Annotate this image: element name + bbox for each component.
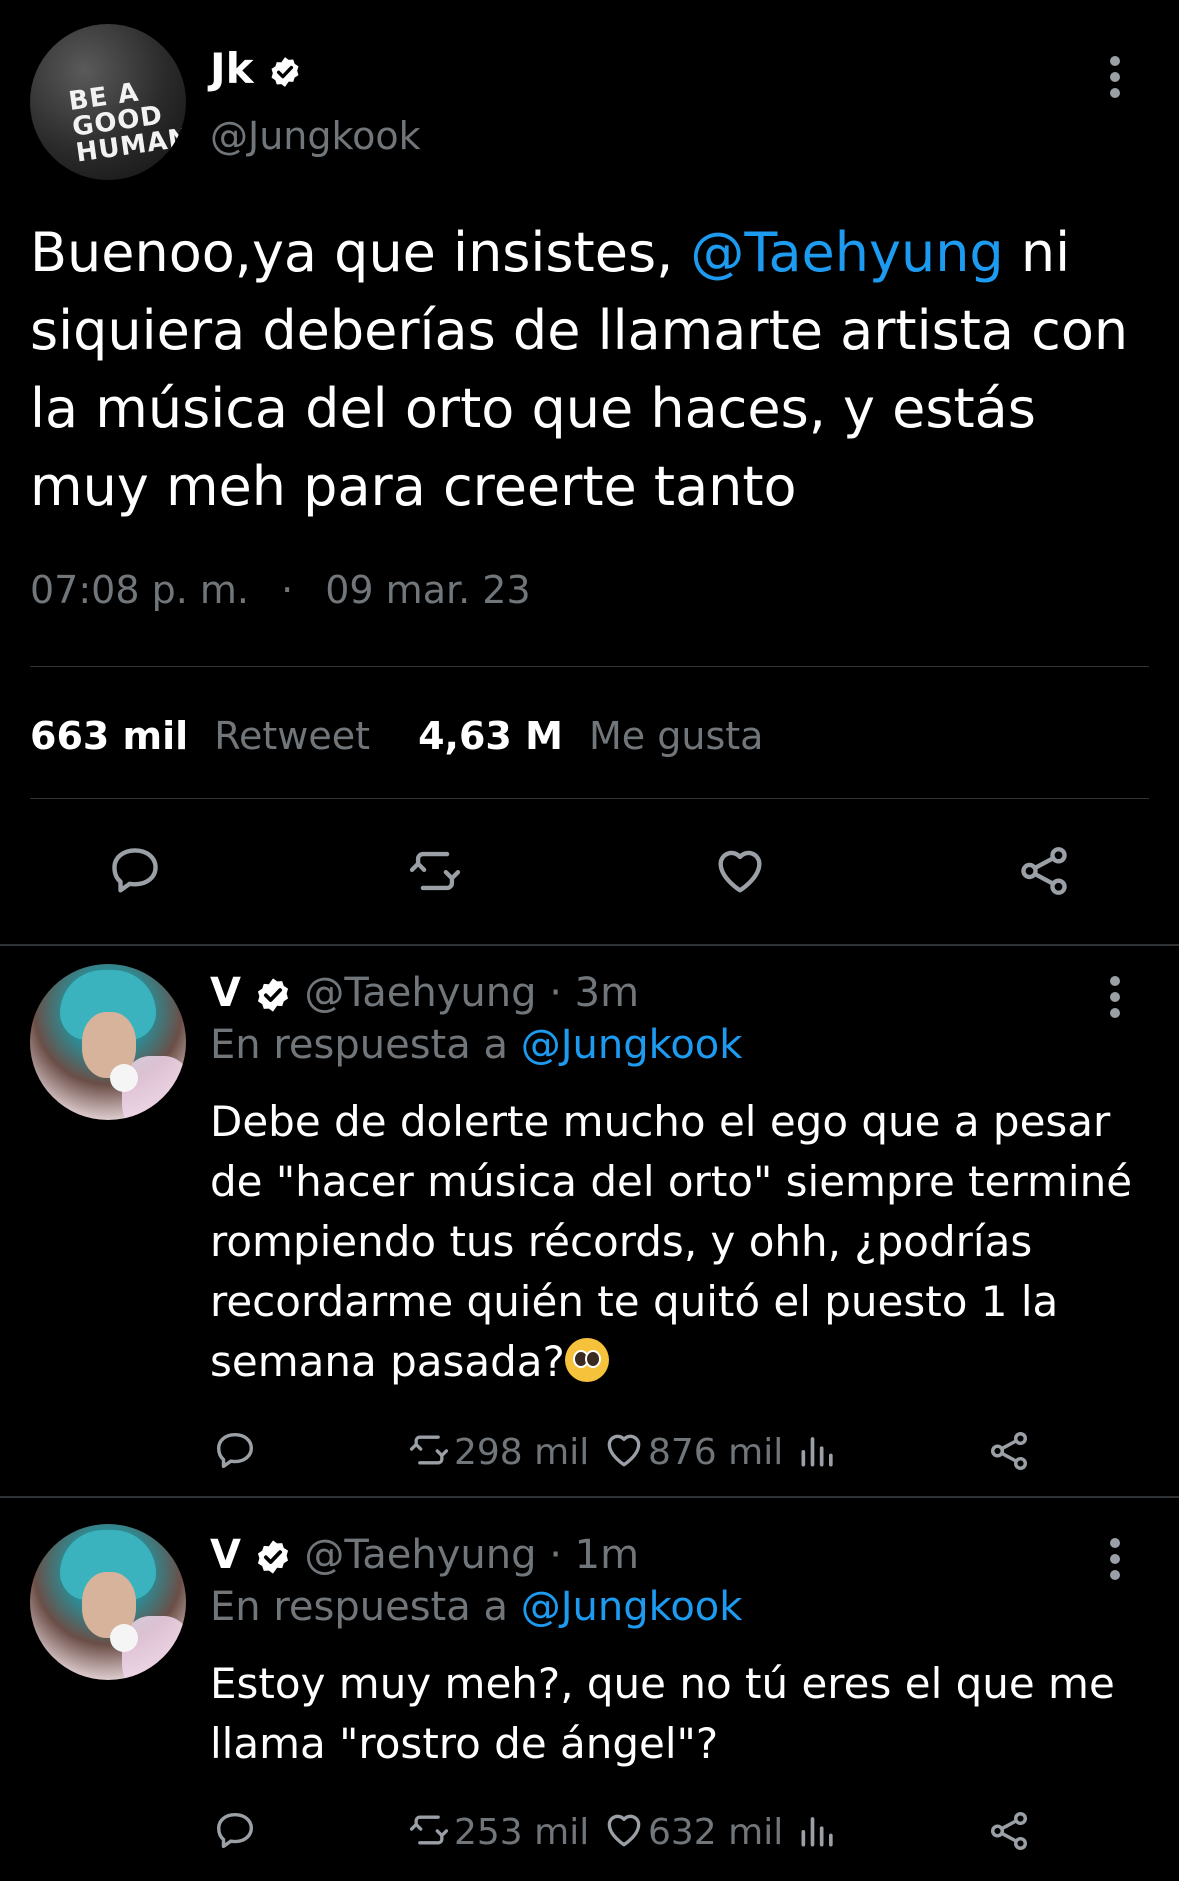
reply-avatar[interactable] bbox=[30, 964, 186, 1120]
timestamp-separator: · bbox=[281, 568, 294, 612]
tweet-time: 07:08 p. m. bbox=[30, 568, 249, 612]
analytics-icon[interactable] bbox=[796, 1808, 840, 1852]
verified-badge-icon bbox=[257, 1540, 288, 1574]
retweet-count: 663 mil bbox=[30, 714, 189, 758]
reply-time[interactable]: · 1m bbox=[549, 1532, 639, 1578]
reply-to-link[interactable]: @Jungkook bbox=[521, 1584, 743, 1630]
section-divider bbox=[0, 1496, 1179, 1498]
verified-badge-icon bbox=[271, 56, 299, 87]
tweet-stats: 663 mil Retweet 4,63 M Me gusta bbox=[30, 714, 763, 758]
more-options-icon[interactable] bbox=[1110, 976, 1120, 1024]
retweet-count: 253 mil bbox=[454, 1812, 590, 1853]
author-avatar[interactable]: BE A GOOD HUMAN bbox=[30, 24, 186, 180]
reply-time[interactable]: · 3m bbox=[549, 970, 639, 1016]
retweet-action[interactable]: 298 mil bbox=[404, 1428, 589, 1473]
reply-header: V @Taehyung · 1m bbox=[210, 1532, 639, 1578]
more-options-icon[interactable] bbox=[1110, 1538, 1120, 1586]
reply-header: V @Taehyung · 3m bbox=[210, 970, 639, 1016]
reply-context: En respuesta a @Jungkook bbox=[210, 1584, 742, 1630]
like-count: 876 mil bbox=[648, 1432, 784, 1473]
pleading-face-emoji bbox=[564, 1338, 609, 1382]
reply-prefix: En respuesta a bbox=[210, 1584, 521, 1630]
retweet-icon bbox=[409, 1435, 449, 1465]
reply-author-handle[interactable]: @Taehyung bbox=[304, 970, 536, 1016]
retweet-icon bbox=[409, 1815, 449, 1845]
reply-author-name[interactable]: V bbox=[210, 1532, 241, 1578]
like-action[interactable]: 632 mil bbox=[600, 1808, 783, 1853]
reply-text: Debe de dolerte mucho el ego que a pesar… bbox=[210, 1092, 1150, 1392]
reply-icon[interactable] bbox=[212, 1428, 258, 1474]
heart-icon bbox=[607, 1434, 641, 1467]
author-name[interactable]: Jk bbox=[210, 44, 302, 93]
share-icon[interactable] bbox=[986, 1808, 1032, 1854]
author-name-text: Jk bbox=[210, 44, 254, 93]
reply-author-name[interactable]: V bbox=[210, 970, 241, 1016]
reply-prefix: En respuesta a bbox=[210, 1022, 521, 1068]
share-icon[interactable] bbox=[1014, 842, 1074, 900]
heart-icon[interactable] bbox=[710, 842, 770, 900]
retweet-stat[interactable]: 663 mil Retweet bbox=[30, 714, 370, 758]
reply-context: En respuesta a @Jungkook bbox=[210, 1022, 742, 1068]
mention-link[interactable]: @Taehyung bbox=[690, 221, 1003, 284]
reply-text: Estoy muy meh?, que no tú eres el que me… bbox=[210, 1659, 1115, 1768]
reply-icon[interactable] bbox=[212, 1808, 258, 1854]
tweet-text-part: Buenoo,ya que insistes, bbox=[30, 221, 691, 284]
like-count: 4,63 M bbox=[418, 714, 563, 758]
reply-text-content: Debe de dolerte mucho el ego que a pesar… bbox=[210, 1097, 1133, 1386]
verified-badge-icon bbox=[257, 978, 288, 1012]
divider bbox=[30, 666, 1149, 667]
retweet-icon[interactable] bbox=[404, 842, 466, 900]
reply-to-link[interactable]: @Jungkook bbox=[521, 1022, 743, 1068]
tweet-timestamp[interactable]: 07:08 p. m. · 09 mar. 23 bbox=[30, 568, 531, 612]
divider bbox=[30, 798, 1149, 799]
reply-icon[interactable] bbox=[106, 842, 164, 900]
like-stat[interactable]: 4,63 M Me gusta bbox=[418, 714, 763, 758]
reply-avatar[interactable] bbox=[30, 1524, 186, 1680]
section-divider bbox=[0, 944, 1179, 946]
share-icon[interactable] bbox=[986, 1428, 1032, 1474]
heart-icon bbox=[607, 1814, 641, 1847]
tweet-date: 09 mar. 23 bbox=[325, 568, 531, 612]
more-options-icon[interactable] bbox=[1110, 56, 1120, 104]
avatar-shirt-print: BE A GOOD HUMAN bbox=[66, 77, 186, 169]
retweet-label: Retweet bbox=[214, 714, 371, 758]
reply-author-handle[interactable]: @Taehyung bbox=[304, 1532, 536, 1578]
analytics-icon[interactable] bbox=[796, 1428, 840, 1472]
retweet-action[interactable]: 253 mil bbox=[404, 1808, 589, 1853]
like-count: 632 mil bbox=[648, 1812, 784, 1853]
tweet-text: Buenoo,ya que insistes, @Taehyung ni siq… bbox=[30, 214, 1150, 526]
retweet-count: 298 mil bbox=[454, 1432, 590, 1473]
author-handle[interactable]: @Jungkook bbox=[210, 114, 421, 158]
like-label: Me gusta bbox=[589, 714, 764, 758]
like-action[interactable]: 876 mil bbox=[600, 1428, 783, 1473]
